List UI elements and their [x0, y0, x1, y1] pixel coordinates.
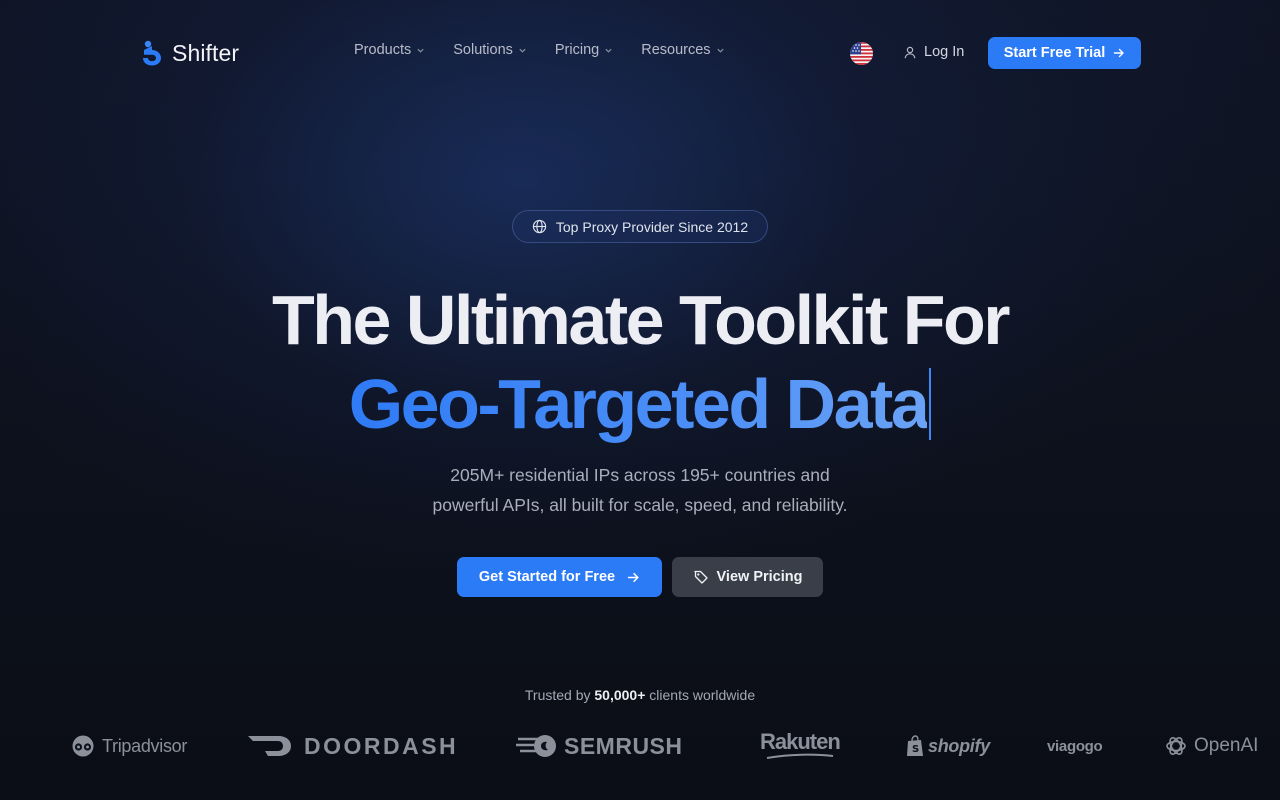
trusted-by-text: Trusted by 50,000+ clients worldwide — [0, 687, 1280, 703]
doordash-dash-icon — [248, 736, 291, 756]
chevron-down-icon — [417, 48, 424, 53]
get-started-label: Get Started for Free — [478, 569, 616, 585]
nav-products-label: Products — [354, 42, 412, 58]
hero-badge-text: Top Proxy Provider Since 2012 — [555, 218, 749, 235]
semrush-fireball-icon — [516, 735, 556, 757]
brand-name: Shifter — [172, 39, 240, 66]
client-logo-tripadvisor: Tripadvisor — [70, 726, 187, 766]
client-logo-semrush: SEMRUSH — [516, 726, 683, 766]
login-link[interactable]: Log In — [904, 44, 964, 60]
nav-pricing-label: Pricing — [554, 42, 600, 58]
view-pricing-label: View Pricing — [716, 569, 803, 585]
chevron-down-icon — [605, 48, 612, 53]
view-pricing-button[interactable]: View Pricing — [672, 557, 823, 597]
client-rakuten-name: Rakuten — [760, 729, 841, 754]
tripadvisor-owl-icon — [72, 735, 94, 757]
client-shopify-name: shopify — [928, 735, 990, 756]
nav-resources[interactable]: Resources — [641, 42, 724, 58]
user-icon — [904, 46, 916, 58]
chevron-down-icon — [519, 48, 526, 53]
client-tripadvisor-name: Tripadvisor — [102, 735, 188, 756]
trusted-count: 50,000+ — [594, 687, 646, 703]
client-logo-doordash: DOORDASH — [248, 726, 458, 766]
trusted-suffix: clients worldwide — [649, 687, 756, 703]
nav-solutions-label: Solutions — [453, 42, 513, 58]
client-openai-name: OpenAI — [1194, 735, 1259, 756]
hero-title-line1: The Ultimate Toolkit For — [272, 281, 1010, 359]
hero-subtitle: 205M+ residential IPs across 195+ countr… — [0, 460, 1280, 520]
chevron-down-icon — [716, 48, 724, 53]
client-logo-viagogo: viagogo — [1047, 726, 1103, 766]
client-logos: Tripadvisor DOORDASH SEMRUSH Rakuten S s… — [0, 726, 1280, 766]
brand-logo[interactable]: Shifter — [140, 39, 239, 67]
site-header: Shifter Products Solutions Pricing Resou… — [0, 0, 1280, 106]
client-viagogo-name: viagogo — [1047, 737, 1103, 755]
arrow-right-icon — [627, 572, 639, 582]
start-free-trial-label: Start Free Trial — [1003, 45, 1106, 61]
trusted-prefix: Trusted by — [524, 687, 591, 703]
tag-icon — [693, 570, 708, 584]
nav-products[interactable]: Products — [354, 42, 425, 58]
rakuten-swoosh-icon — [766, 753, 834, 759]
client-logo-shopify: S shopify — [906, 726, 990, 766]
shifter-logo-icon — [143, 40, 161, 66]
client-logo-openai: OpenAI — [1164, 726, 1258, 766]
hero-subtitle-line2: powerful APIs, all built for scale, spee… — [432, 495, 848, 515]
hero-title: The Ultimate Toolkit For Geo-Targeted Da… — [0, 278, 1280, 446]
us-flag-icon[interactable] — [850, 42, 873, 65]
start-free-trial-button[interactable]: Start Free Trial — [988, 37, 1141, 69]
nav-pricing[interactable]: Pricing — [555, 42, 613, 58]
svg-text:S: S — [912, 744, 919, 755]
client-semrush-name: SEMRUSH — [564, 732, 683, 759]
nav-resources-label: Resources — [641, 42, 711, 58]
hero-subtitle-line1: 205M+ residential IPs across 195+ countr… — [450, 465, 830, 485]
typing-caret — [929, 368, 932, 440]
arrow-right-icon — [1114, 48, 1124, 58]
login-label: Log In — [924, 44, 965, 60]
openai-knot-icon — [1166, 737, 1186, 755]
hero-title-highlight: Geo-Targeted Data — [349, 362, 930, 446]
main-nav: Products Solutions Pricing Resources — [354, 42, 725, 58]
hero-badge: Top Proxy Provider Since 2012 — [512, 210, 768, 243]
globe-icon — [532, 219, 547, 234]
shopify-bag-icon: S — [907, 735, 923, 756]
nav-solutions[interactable]: Solutions — [453, 42, 527, 58]
client-doordash-name: DOORDASH — [304, 732, 459, 759]
get-started-button[interactable]: Get Started for Free — [457, 557, 662, 597]
client-logo-rakuten: Rakuten — [760, 726, 841, 766]
